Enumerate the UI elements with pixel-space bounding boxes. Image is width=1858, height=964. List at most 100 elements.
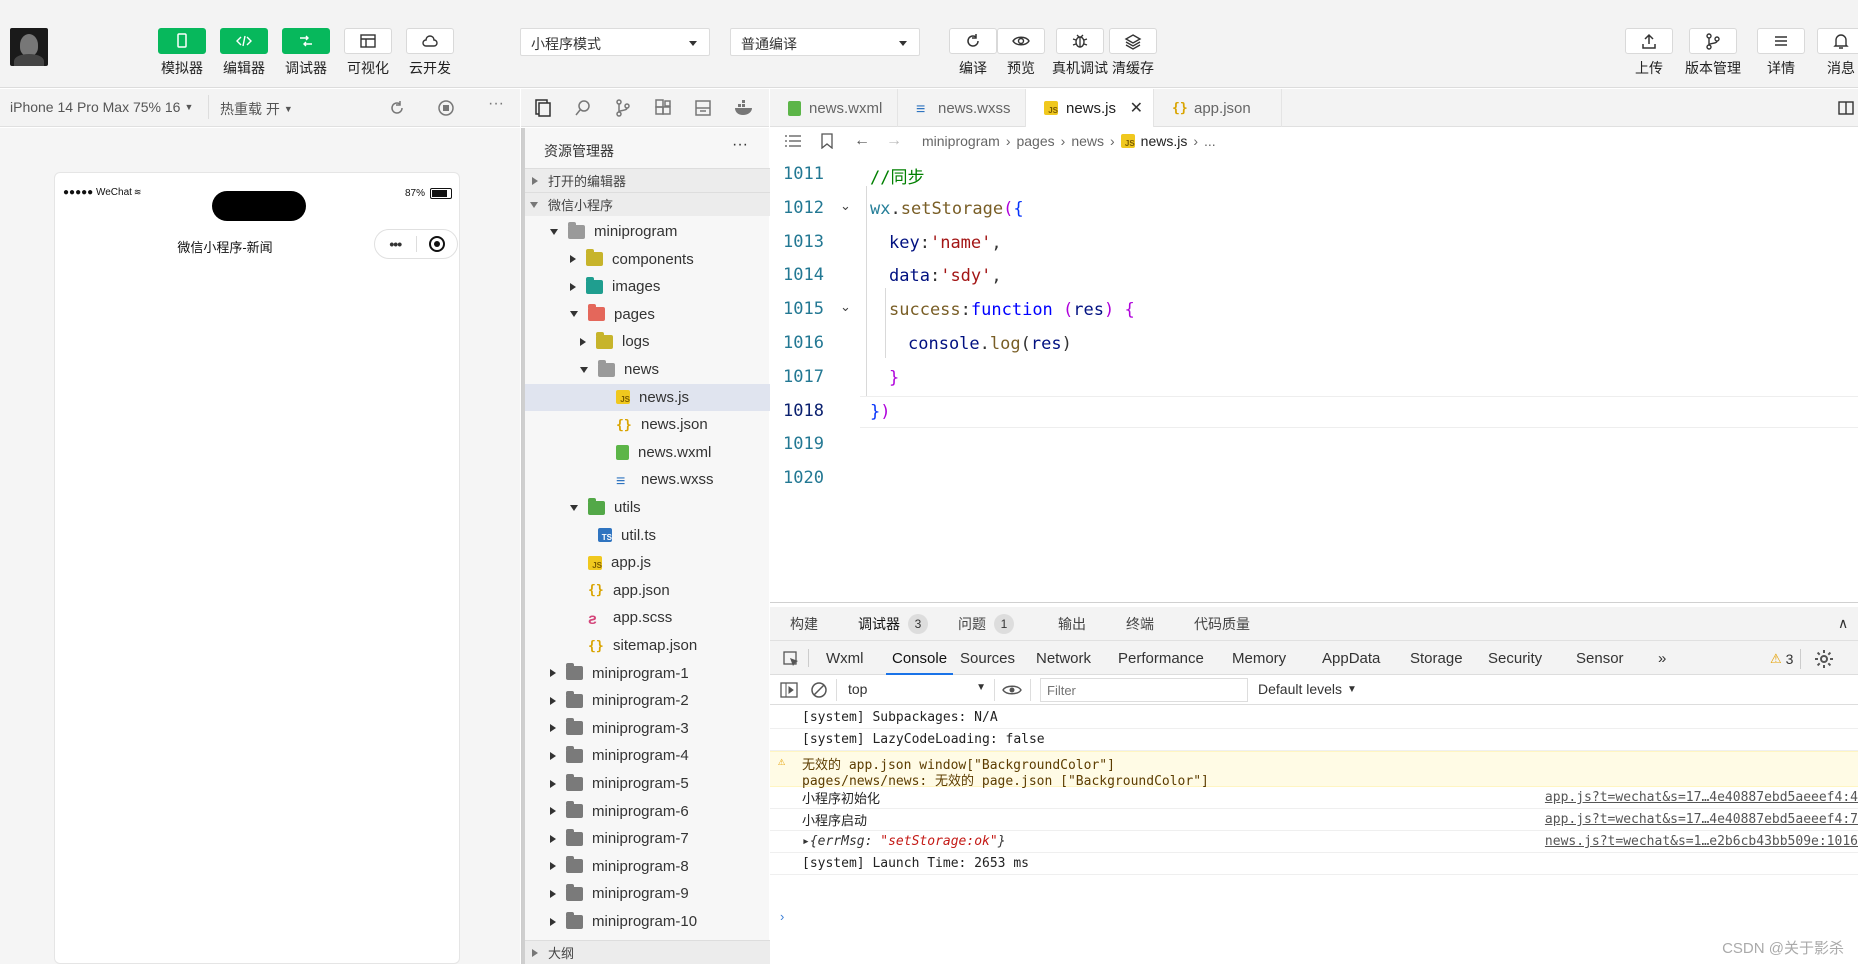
panel-tab-sensor[interactable]: Sensor [1576,641,1624,675]
close-capsule-icon[interactable] [417,236,458,252]
folder-item[interactable]: miniprogram-8 [522,853,770,880]
open-editors-header[interactable]: 打开的编辑器 [522,168,770,192]
collapse-icon[interactable]: ∧ [1838,615,1848,632]
devtools-tab[interactable]: 调试器 3 [858,607,928,641]
folder-item[interactable]: miniprogram-6 [522,798,770,825]
console-message[interactable]: [system] LazyCodeLoading: false [770,729,1858,751]
close-icon[interactable]: ✕ [1130,98,1143,118]
breadcrumb-item[interactable]: news [1071,133,1104,149]
search-icon[interactable] [573,98,593,118]
menu-icon[interactable] [1757,28,1805,54]
folder-item[interactable]: utils [522,494,770,521]
console-message[interactable]: [system] Subpackages: N/A [770,707,1858,729]
menu-button[interactable]: 详情 [1756,28,1806,78]
bookmark-icon[interactable] [820,133,834,149]
folder-item[interactable]: miniprogram-9 [522,880,770,907]
more-icon[interactable]: ··· [488,95,504,113]
panel-tab-memory[interactable]: Memory [1232,641,1286,675]
tab-app-json[interactable]: {} app.json [1154,89,1282,127]
devtools-tab[interactable]: 构建 [790,607,818,641]
folder-item[interactable]: miniprogram-7 [522,825,770,852]
code-line[interactable]: console. log(res) [908,327,1072,361]
file-item[interactable]: JS app.js [522,549,770,576]
folder-item[interactable]: miniprogram-5 [522,770,770,797]
rotate-icon[interactable] [388,99,406,117]
file-item[interactable]: {} sitemap.json [522,632,770,659]
fold-chevron-icon[interactable]: ⌄ [840,299,851,315]
context-select[interactable]: top ▼ [842,678,990,702]
refresh-icon[interactable] [949,28,997,54]
upload-icon[interactable] [1625,28,1673,54]
tab-news-js[interactable]: JS news.js ✕ [1026,89,1154,127]
user-avatar[interactable] [10,28,48,66]
branch-button[interactable]: 版本管理 [1680,28,1746,78]
debug-button[interactable]: 调试器 [281,28,331,78]
tab-news-wxml[interactable]: news.wxml [770,89,898,127]
file-item[interactable]: TS util.ts [522,522,770,549]
file-item[interactable]: {} app.json [522,577,770,604]
file-item[interactable]: ƨ app.scss [522,604,770,631]
bell-icon[interactable] [1817,28,1858,54]
devtools-tab[interactable]: 问题 1 [958,607,1014,641]
upload-button[interactable]: 上传 [1624,28,1674,78]
split-editor-icon[interactable] [1838,100,1854,116]
console-message[interactable]: ▸{errMsg: "setStorage:ok"} news.js?t=wech… [770,831,1858,853]
files-icon[interactable] [533,98,553,118]
breadcrumb-item[interactable]: miniprogram [922,133,1000,149]
forward-arrow-icon[interactable]: → [886,132,902,150]
log-levels-select[interactable]: Default levels ▼ [1258,681,1357,697]
code-line[interactable]: key:'name', [889,226,1002,260]
more-dots-icon[interactable]: ••• [375,236,416,252]
panel-tab-security[interactable]: Security [1488,641,1542,675]
source-link[interactable]: news.js?t=wechat&s=1…e2b6cb43bb509e:1016 [1545,834,1858,849]
console-message[interactable]: 小程序启动 app.js?t=wechat&s=17…4e40887ebd5aee… [770,809,1858,831]
folder-item[interactable]: miniprogram-1 [522,660,770,687]
layers-button[interactable]: 清缓存 [1108,28,1158,78]
panel-tab-console[interactable]: Console [886,641,954,675]
code-button[interactable]: 编辑器 [219,28,269,78]
folder-item[interactable]: miniprogram-3 [522,715,770,742]
list-icon[interactable] [784,134,802,148]
debug-icon[interactable] [282,28,330,54]
gear-icon[interactable] [1814,649,1834,669]
code-line[interactable]: } [889,361,899,395]
refresh-button[interactable]: 编译 [948,28,998,78]
folder-item[interactable]: components [522,246,770,273]
code-line[interactable]: wx. setStorage({ [870,192,1024,226]
source-link[interactable]: app.js?t=wechat&s=17…4e40887ebd5aeeef4:4 [1545,790,1858,805]
panel-tab-performance[interactable]: Performance [1118,641,1204,675]
panel-tab-wxml[interactable]: Wxml [826,641,864,675]
panel-tab-appdata[interactable]: AppData [1322,641,1380,675]
folder-item[interactable]: logs [522,328,770,355]
file-item[interactable]: news.wxml [522,439,770,466]
code-line[interactable]: data:'sdy', [889,259,1002,293]
devtools-tab[interactable]: 代码质量 [1194,607,1250,641]
console-output[interactable]: [system] Subpackages: N/A [system] LazyCo… [770,707,1858,921]
sidebar-toggle-icon[interactable] [780,681,798,699]
clear-console-icon[interactable] [810,681,828,699]
breadcrumb-item[interactable]: pages [1016,133,1054,149]
stop-icon[interactable] [437,99,455,117]
folder-item[interactable]: miniprogram-10 [522,908,770,935]
source-control-icon[interactable] [613,98,633,118]
folder-item[interactable]: images [522,273,770,300]
cloud-icon[interactable] [406,28,454,54]
console-message[interactable]: [system] Launch Time: 2653 ms [770,853,1858,875]
capsule-menu[interactable]: ••• [374,229,458,259]
eye-icon[interactable] [1002,682,1022,698]
panel-tab-sources[interactable]: Sources [960,641,1015,675]
console-prompt-icon[interactable]: › [780,909,784,924]
code-line[interactable]: //同步 [870,158,924,192]
folder-item[interactable]: miniprogram-2 [522,687,770,714]
file-item[interactable]: ≡ news.wxss [522,466,770,493]
phone-button[interactable]: 模拟器 [157,28,207,78]
code-editor[interactable]: ← → miniprogram › pages › news › JS news.js ›...… [770,128,1858,602]
compile-select[interactable]: 普通编译 [730,28,920,56]
device-select[interactable]: iPhone 14 Pro Max 75% 16 ▼ [10,99,193,115]
more-tabs-icon[interactable]: » [1658,641,1666,675]
code-icon[interactable] [220,28,268,54]
bell-button[interactable]: 消息 [1816,28,1858,78]
devtools-tab[interactable]: 终端 [1126,607,1154,641]
devtools-tab[interactable]: 输出 [1058,607,1086,641]
phone-icon[interactable] [158,28,206,54]
